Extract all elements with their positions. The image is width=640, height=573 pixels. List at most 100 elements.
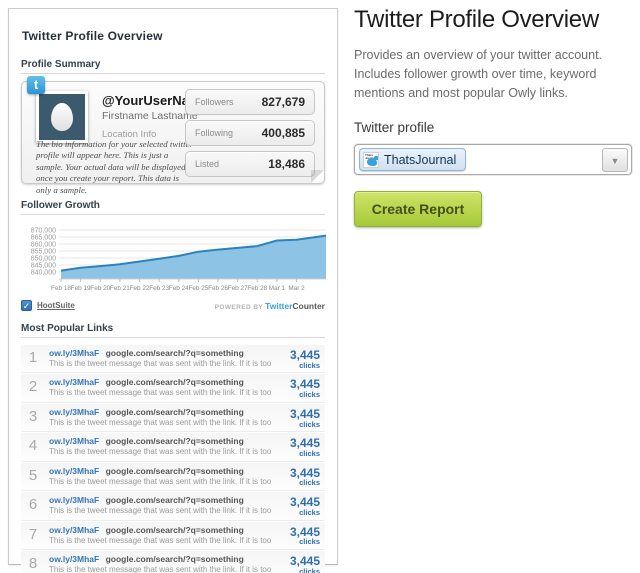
short-link[interactable]: ow.ly/3MhaF — [49, 436, 99, 446]
clicks-block[interactable]: 3,445 clicks — [274, 407, 320, 428]
clicks-value: 3,445 — [289, 348, 320, 362]
svg-text:Mar 2: Mar 2 — [288, 285, 305, 292]
selected-profile-chip[interactable]: Thats Journal ThatsJournal — [359, 148, 467, 172]
clicks-block[interactable]: 3,445 clicks — [274, 495, 320, 516]
profile-bio: The bio information for your selected tw… — [36, 139, 193, 195]
short-link[interactable]: ow.ly/3MhaF — [49, 495, 99, 505]
svg-text:Feb 18: Feb 18 — [51, 285, 71, 292]
most-popular-links-heading: Most Popular Links — [21, 323, 325, 338]
link-main: ow.ly/3MhaF google.com/search/?q=somethi… — [43, 377, 274, 397]
full-url: google.com/search/?q=something — [105, 495, 244, 506]
hootsuite-checkbox[interactable]: ✓ — [21, 300, 32, 311]
follower-growth-heading: Follower Growth — [21, 200, 325, 215]
clicks-label: clicks — [299, 537, 320, 547]
link-main: ow.ly/3MhaF google.com/search/?q=somethi… — [43, 436, 274, 456]
config-panel: Twitter Profile Overview Provides an ove… — [354, 6, 636, 228]
clicks-block[interactable]: 3,445 clicks — [274, 466, 320, 487]
link-main: ow.ly/3MhaF google.com/search/?q=somethi… — [43, 495, 274, 515]
link-line: ow.ly/3MhaF google.com/search/?q=somethi… — [49, 436, 274, 446]
twittercounter-brand-gray: Counter — [292, 300, 325, 311]
stat-following: Following 400,885 — [185, 120, 315, 146]
tweet-message: This is the tweet message that was sent … — [49, 476, 274, 486]
clicks-value: 3,445 — [289, 554, 320, 569]
create-report-button[interactable]: Create Report — [354, 191, 482, 228]
svg-text:Feb 22: Feb 22 — [130, 285, 150, 292]
report-title: Twitter Profile Overview — [22, 29, 163, 43]
link-line: ow.ly/3MhaF google.com/search/?q=somethi… — [49, 348, 274, 358]
clicks-block[interactable]: 3,445 clicks — [274, 377, 320, 398]
link-rank: 4 — [28, 437, 38, 455]
svg-text:Feb 23: Feb 23 — [149, 285, 169, 292]
profile-stats: Followers 827,679 Following 400,885 List… — [185, 89, 315, 182]
tweet-message: This is the tweet message that was sent … — [49, 417, 274, 427]
clicks-block[interactable]: 3,445 clicks — [274, 348, 320, 369]
egg-avatar-icon — [51, 103, 73, 131]
tweet-message: This is the tweet message that was sent … — [49, 359, 274, 368]
short-link[interactable]: ow.ly/3MhaF — [49, 348, 99, 358]
stat-listed: Listed 18,486 — [185, 151, 315, 177]
profile-avatar-icon: Thats Journal — [363, 151, 379, 168]
twitter-logo-icon: t — [27, 76, 45, 94]
selected-profile-name: ThatsJournal — [384, 152, 457, 167]
short-link[interactable]: ow.ly/3MhaF — [49, 377, 99, 387]
stat-followers: Followers 827,679 — [185, 89, 315, 115]
tweet-message: This is the tweet message that was sent … — [49, 447, 274, 457]
powered-by-label: POWERED BY TwitterCounter — [215, 301, 325, 311]
profile-summary-heading: Profile Summary — [21, 59, 325, 74]
list-item: 8 ow.ly/3MhaF google.com/search/?q=somet… — [21, 551, 325, 573]
short-link[interactable]: ow.ly/3MhaF — [49, 525, 99, 535]
full-url: google.com/search/?q=something — [105, 377, 244, 388]
link-line: ow.ly/3MhaF google.com/search/?q=somethi… — [49, 525, 274, 535]
clicks-label: clicks — [299, 507, 320, 517]
short-link[interactable]: ow.ly/3MhaF — [49, 554, 99, 564]
powered-by-text: POWERED BY — [214, 303, 266, 311]
list-item: 4 ow.ly/3MhaF google.com/search/?q=somet… — [21, 433, 325, 462]
chevron-down-icon[interactable]: ▼ — [602, 147, 628, 172]
svg-text:Feb 26: Feb 26 — [208, 285, 228, 292]
chart-footer: ✓ HootSuite POWERED BY TwitterCounter — [21, 300, 325, 311]
stat-label: Followers — [195, 97, 234, 107]
link-line: ow.ly/3MhaF google.com/search/?q=somethi… — [49, 495, 274, 505]
svg-text:Feb 19: Feb 19 — [71, 285, 91, 292]
link-line: ow.ly/3MhaF google.com/search/?q=somethi… — [49, 377, 274, 387]
link-rank: 2 — [28, 378, 38, 396]
popular-links-list: 1 ow.ly/3MhaF google.com/search/?q=somet… — [21, 345, 325, 573]
svg-text:850,000: 850,000 — [31, 255, 56, 262]
list-item: 2 ow.ly/3MhaF google.com/search/?q=somet… — [21, 374, 325, 403]
page-title: Twitter Profile Overview — [354, 6, 599, 33]
svg-text:Mar 1: Mar 1 — [269, 285, 286, 292]
avatar — [36, 91, 88, 143]
svg-text:Feb 21: Feb 21 — [110, 285, 130, 292]
clicks-block[interactable]: 3,445 clicks — [274, 525, 320, 546]
short-link[interactable]: ow.ly/3MhaF — [49, 466, 99, 476]
list-item: 3 ow.ly/3MhaF google.com/search/?q=somet… — [21, 403, 325, 433]
link-rank: 1 — [28, 349, 38, 366]
full-url: google.com/search/?q=something — [105, 348, 244, 358]
full-url: google.com/search/?q=something — [105, 524, 244, 535]
list-item: 5 ow.ly/3MhaF google.com/search/?q=somet… — [21, 462, 325, 492]
clicks-label: clicks — [299, 478, 320, 488]
stat-value: 400,885 — [261, 126, 305, 140]
clicks-block[interactable]: 3,445 clicks — [274, 554, 320, 573]
link-rank: 6 — [28, 496, 38, 514]
link-main: ow.ly/3MhaF google.com/search/?q=somethi… — [43, 525, 274, 545]
svg-text:Feb 28: Feb 28 — [247, 285, 267, 292]
link-rank: 7 — [28, 525, 38, 543]
clicks-label: clicks — [299, 390, 320, 400]
clicks-label: clicks — [299, 566, 320, 573]
twitter-profile-label: Twitter profile — [354, 120, 435, 136]
clicks-block[interactable]: 3,445 clicks — [274, 436, 320, 457]
svg-text:865,000: 865,000 — [31, 234, 56, 241]
short-link[interactable]: ow.ly/3MhaF — [49, 407, 99, 417]
svg-text:840,000: 840,000 — [31, 269, 56, 276]
profile-summary-card: t @YourUserName Firstname Lastname Locat… — [21, 76, 325, 195]
link-rank: 8 — [28, 555, 38, 573]
hootsuite-link[interactable]: HootSuite — [37, 301, 75, 310]
list-item: 7 ow.ly/3MhaF google.com/search/?q=somet… — [21, 521, 325, 551]
clicks-value: 3,445 — [289, 406, 320, 421]
clicks-label: clicks — [299, 360, 320, 370]
list-item: 6 ow.ly/3MhaF google.com/search/?q=somet… — [21, 492, 325, 521]
twitter-profile-select[interactable]: Thats Journal ThatsJournal ▼ — [354, 144, 632, 176]
tweet-message: This is the tweet message that was sent … — [49, 506, 274, 516]
full-url: google.com/search/?q=something — [105, 436, 244, 447]
